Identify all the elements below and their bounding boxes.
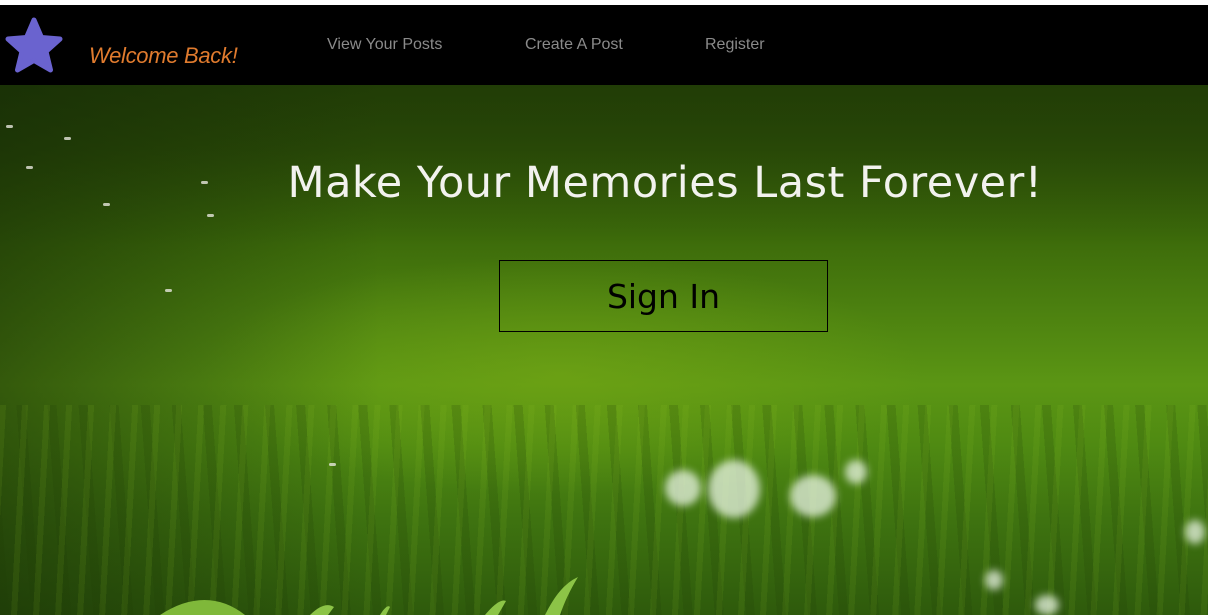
bokeh-highlight bbox=[985, 570, 1003, 590]
page: Welcome Back! View Your Posts Create A P… bbox=[0, 0, 1208, 615]
insect-speck bbox=[64, 137, 71, 140]
nav-link-register[interactable]: Register bbox=[705, 36, 765, 54]
bokeh-highlight bbox=[845, 460, 867, 484]
insect-speck bbox=[329, 463, 336, 466]
hero-section: Make Your Memories Last Forever! Sign In bbox=[0, 85, 1208, 615]
navbar: Welcome Back! View Your Posts Create A P… bbox=[0, 5, 1208, 85]
bokeh-highlight bbox=[665, 470, 701, 506]
nav-link-create-post[interactable]: Create A Post bbox=[525, 36, 623, 54]
hero-headline: Make Your Memories Last Forever! bbox=[287, 158, 1043, 208]
nav-link-view-posts[interactable]: View Your Posts bbox=[327, 36, 442, 54]
bokeh-highlight bbox=[1185, 520, 1205, 544]
grass-blade-foreground bbox=[160, 577, 578, 615]
bokeh-highlight bbox=[1035, 595, 1059, 615]
insect-speck bbox=[207, 214, 214, 217]
insect-speck bbox=[6, 125, 13, 128]
insect-speck bbox=[165, 289, 172, 292]
welcome-message: Welcome Back! bbox=[89, 43, 238, 68]
sign-in-button[interactable]: Sign In bbox=[499, 260, 828, 332]
bokeh-highlight bbox=[708, 460, 760, 518]
star-icon[interactable] bbox=[4, 17, 64, 75]
bokeh-highlight bbox=[790, 475, 836, 517]
